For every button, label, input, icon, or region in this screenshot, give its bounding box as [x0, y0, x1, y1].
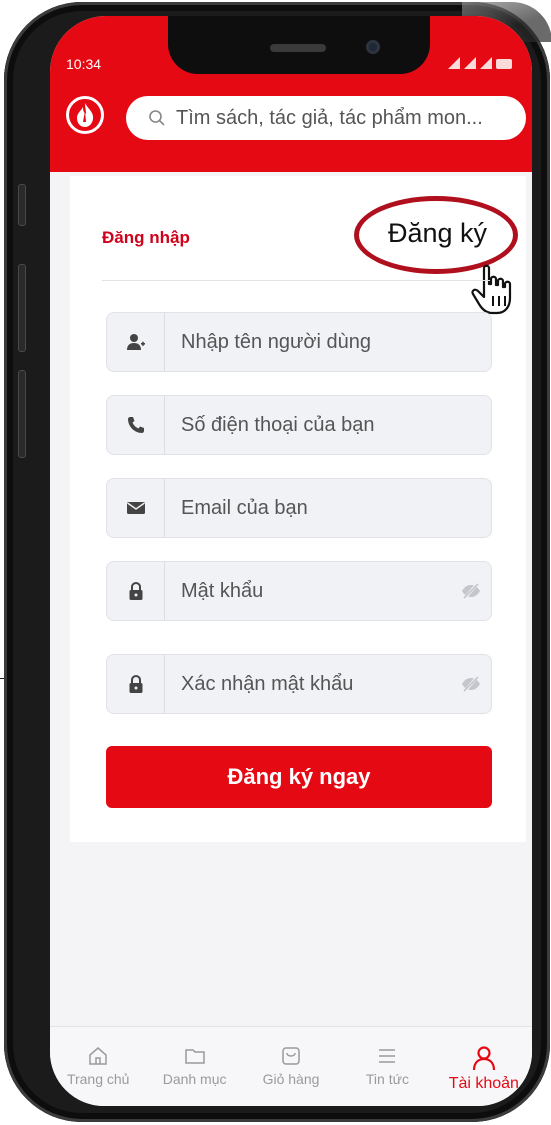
status-icons: [448, 57, 512, 69]
confirm-password-visibility-toggle[interactable]: [451, 675, 491, 693]
front-camera: [366, 40, 380, 54]
search-icon: [149, 110, 165, 126]
password-field[interactable]: Mật khẩu: [106, 561, 492, 621]
email-input[interactable]: Email của bạn: [165, 497, 491, 520]
user-icon: [472, 1046, 495, 1071]
nav-item-account[interactable]: Tài khoản: [436, 1027, 532, 1106]
nav-item-categories[interactable]: Danh mục: [146, 1027, 242, 1106]
phone-field[interactable]: Số điện thoại của bạn: [106, 395, 492, 455]
confirm-password-field[interactable]: Xác nhận mật khẩu: [106, 654, 492, 714]
cart-icon: [282, 1047, 300, 1065]
envelope-icon: [126, 502, 145, 514]
battery-icon: [496, 59, 512, 69]
wifi-icon: [480, 57, 492, 69]
eye-slash-icon: [462, 582, 480, 600]
phone-icon-box: [107, 396, 165, 454]
auth-card: Đăng nhập Đăng ký Nhập tên người dùng Số…: [70, 176, 526, 842]
list-icon: [379, 1049, 396, 1063]
nav-label-news: Tin tức: [365, 1071, 409, 1087]
status-time: 10:34: [66, 56, 102, 72]
user-plus-icon: [126, 334, 145, 350]
flame-icon: [77, 103, 94, 127]
search-input[interactable]: Tìm sách, tác giả, tác phẩm mon...: [176, 107, 483, 130]
nav-label-account: Tài khoản: [448, 1075, 519, 1092]
nav-item-news[interactable]: Tin tức: [339, 1027, 435, 1106]
volume-up-button: [18, 264, 26, 352]
phone-icon: [127, 417, 144, 433]
signal-icon: [448, 57, 460, 69]
nav-label-cart: Giỏ hàng: [262, 1071, 320, 1087]
email-icon-box: [107, 479, 165, 537]
nav-item-home[interactable]: Trang chủ: [50, 1027, 146, 1106]
username-field[interactable]: Nhập tên người dùng: [106, 312, 492, 372]
app-header: 10:34 Tìm sách, tác giả, tác phẩm mon...: [50, 16, 532, 172]
nav-label-categories: Danh mục: [162, 1071, 227, 1087]
nav-item-cart[interactable]: Giỏ hàng: [243, 1027, 339, 1106]
lock-icon: [129, 674, 142, 693]
password-icon-box: [107, 562, 165, 620]
tab-login[interactable]: Đăng nhập: [102, 228, 190, 248]
password-visibility-toggle[interactable]: [451, 582, 491, 600]
bottom-nav: Trang chủ Danh mục Giỏ hàng Tin tức Tài …: [50, 1026, 532, 1106]
eye-slash-icon: [462, 675, 480, 693]
email-field[interactable]: Email của bạn: [106, 478, 492, 538]
phone-input[interactable]: Số điện thoại của bạn: [165, 414, 491, 437]
lock-icon: [129, 581, 142, 600]
hand-cursor-icon: [471, 264, 512, 315]
confirm-password-icon-box: [107, 655, 165, 713]
password-input[interactable]: Mật khẩu: [165, 580, 451, 603]
tab-register[interactable]: Đăng ký: [388, 218, 487, 249]
folder-icon: [184, 1049, 205, 1064]
app-logo[interactable]: [66, 96, 104, 134]
signal-icon-2: [464, 57, 476, 69]
mute-switch: [18, 184, 26, 226]
home-icon: [89, 1047, 107, 1065]
username-input[interactable]: Nhập tên người dùng: [165, 331, 491, 354]
phone-screen: 10:34 Tìm sách, tác giả, tác phẩm mon...…: [50, 16, 532, 1106]
username-icon-box: [107, 313, 165, 371]
phone-frame: 10:34 Tìm sách, tác giả, tác phẩm mon...…: [4, 2, 551, 1122]
nav-label-home: Trang chủ: [66, 1071, 130, 1087]
register-now-button[interactable]: Đăng ký ngay: [106, 746, 492, 808]
search-bar[interactable]: Tìm sách, tác giả, tác phẩm mon...: [126, 96, 526, 140]
confirm-password-input[interactable]: Xác nhận mật khẩu: [165, 673, 451, 696]
tab-divider: [102, 280, 490, 281]
phone-notch: [168, 16, 430, 74]
speaker-grille: [270, 44, 326, 52]
volume-down-button: [18, 370, 26, 458]
